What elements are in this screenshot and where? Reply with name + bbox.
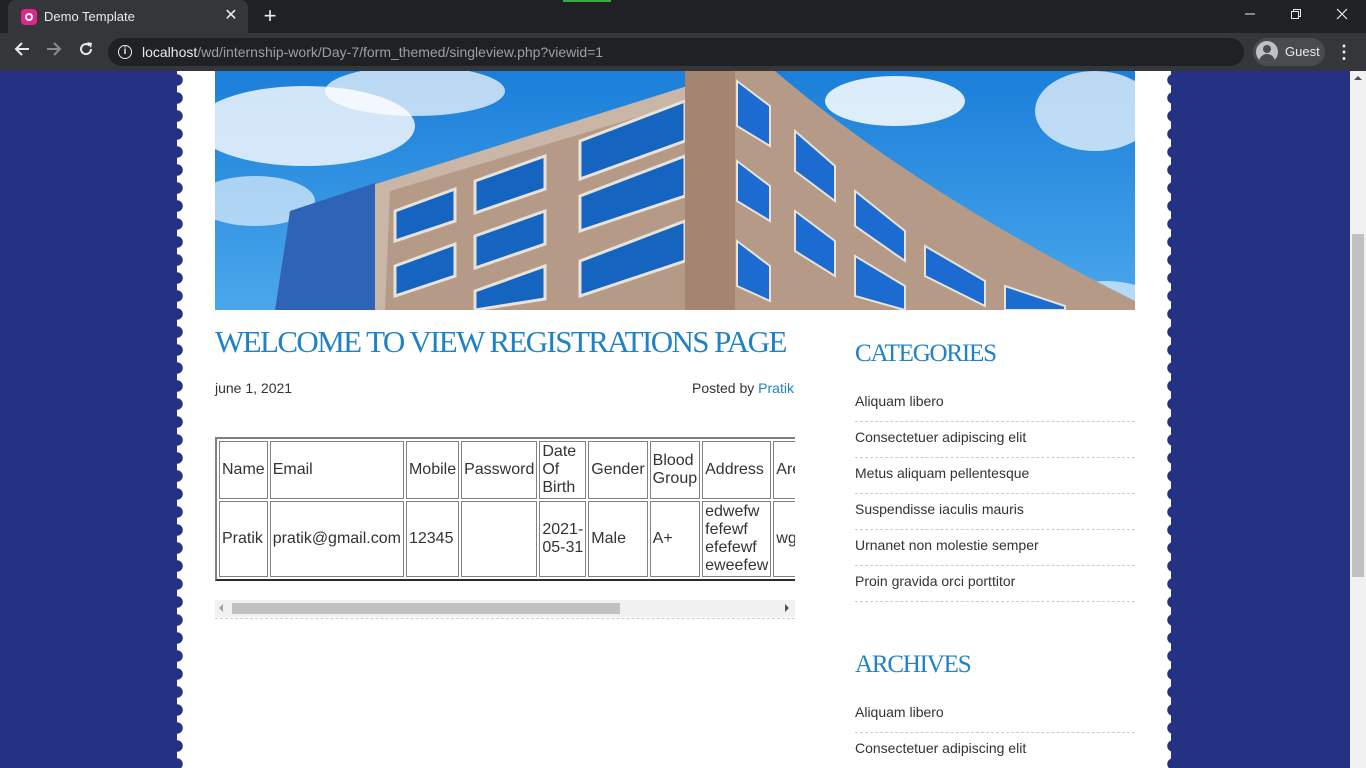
- author-link[interactable]: Pratik: [758, 380, 794, 396]
- table-cell: A+: [649, 501, 701, 577]
- column-header: Name: [219, 441, 268, 499]
- post-date: june 1, 2021: [215, 380, 293, 396]
- browser-toolbar: i localhost/wd/internship-work/Day-7/for…: [0, 33, 1366, 71]
- archive-item[interactable]: Aliquam libero: [855, 697, 1135, 733]
- table-cell: [461, 501, 538, 577]
- column-header: Email: [269, 441, 404, 499]
- column-header: Date Of Birth: [539, 441, 587, 499]
- categories-list: Aliquam libero Consectetuer adipiscing el…: [855, 386, 1135, 602]
- url-text[interactable]: localhost/wd/internship-work/Day-7/form_…: [142, 44, 603, 60]
- table-header-row: Name Email Mobile Password Date Of Birth Gender…: [219, 441, 795, 499]
- category-item[interactable]: Consectetuer adipiscing elit: [855, 422, 1135, 458]
- archives-heading: ARCHIVES: [855, 651, 972, 678]
- column-header: Gender: [588, 441, 648, 499]
- table-horizontal-scrollbar[interactable]: [215, 600, 795, 617]
- page-vertical-scrollbar[interactable]: [1350, 71, 1366, 768]
- site-favicon-icon: [21, 9, 37, 25]
- category-item[interactable]: Aliquam libero: [855, 386, 1135, 422]
- scroll-left-arrow-icon[interactable]: [219, 604, 223, 612]
- table-cell: wgfw: [773, 501, 795, 577]
- profile-label: Guest: [1285, 44, 1320, 59]
- info-icon[interactable]: i: [118, 45, 132, 59]
- category-item[interactable]: Metus aliquam pellentesque: [855, 458, 1135, 494]
- archive-item[interactable]: Consectetuer adipiscing elit: [855, 733, 1135, 768]
- categories-heading: CATEGORIES: [855, 340, 997, 367]
- registrations-table: Name Email Mobile Password Date Of Birth Gender…: [215, 437, 795, 581]
- registrations-table-container: Name Email Mobile Password Date Of Birth Gender…: [215, 437, 795, 582]
- column-header: Address: [702, 441, 772, 499]
- menu-icon[interactable]: ⋮: [1334, 39, 1354, 65]
- header-banner-image: [215, 71, 1135, 310]
- close-window-icon[interactable]: [1322, 4, 1362, 28]
- tab-close-icon[interactable]: ✕: [221, 6, 241, 26]
- table-cell: 2021- 05-31: [539, 501, 587, 577]
- scroll-right-arrow-icon[interactable]: [785, 604, 789, 612]
- table-row: Pratik pratik@gmail.com 12345 2021- 05-31 Mal…: [219, 501, 795, 577]
- restore-icon[interactable]: [1276, 4, 1316, 28]
- category-item[interactable]: Urnanet non molestie semper: [855, 530, 1135, 566]
- page-title: WELCOME TO VIEW REGISTRATIONS PAGE: [215, 324, 787, 359]
- column-header: Area: [773, 441, 795, 499]
- archives-list: Aliquam libero Consectetuer adipiscing el…: [855, 697, 1135, 768]
- category-item[interactable]: Suspendisse iaculis mauris: [855, 494, 1135, 530]
- browser-tab[interactable]: Demo Template ✕: [8, 0, 248, 33]
- tab-title: Demo Template: [44, 9, 135, 24]
- profile-button[interactable]: Guest: [1253, 38, 1325, 66]
- divider: [215, 618, 795, 619]
- forward-arrow-icon[interactable]: [41, 39, 67, 65]
- column-header: Mobile: [405, 441, 460, 499]
- table-cell: 12345: [405, 501, 460, 577]
- new-tab-button[interactable]: +: [258, 5, 282, 28]
- back-arrow-icon[interactable]: [9, 39, 35, 65]
- category-item[interactable]: Proin gravida orci porttitor: [855, 566, 1135, 602]
- minimize-icon[interactable]: [1230, 4, 1270, 28]
- address-bar[interactable]: i localhost/wd/internship-work/Day-7/for…: [108, 38, 1244, 66]
- right-stamp-edge: [1167, 71, 1179, 768]
- table-cell: edwefw fefewf efefewf eweefew: [702, 501, 772, 577]
- post-author: Posted by Pratik: [692, 380, 794, 396]
- page-scrollbar-thumb[interactable]: [1352, 234, 1364, 577]
- browser-tab-strip: Demo Template ✕ +: [0, 0, 1366, 33]
- column-header: Blood Group: [649, 441, 701, 499]
- left-stamp-edge: [171, 71, 183, 768]
- page-viewport: WELCOME TO VIEW REGISTRATIONS PAGE june …: [0, 71, 1350, 768]
- column-header: Password: [461, 441, 538, 499]
- tab-strip-highlight: [563, 0, 611, 2]
- scrollbar-thumb[interactable]: [232, 603, 620, 614]
- scroll-up-arrow-icon[interactable]: [1354, 76, 1362, 80]
- table-cell: Pratik: [219, 501, 268, 577]
- profile-icon: [1256, 41, 1278, 63]
- reload-icon[interactable]: [73, 39, 99, 65]
- table-cell: Male: [588, 501, 648, 577]
- table-cell: pratik@gmail.com: [269, 501, 404, 577]
